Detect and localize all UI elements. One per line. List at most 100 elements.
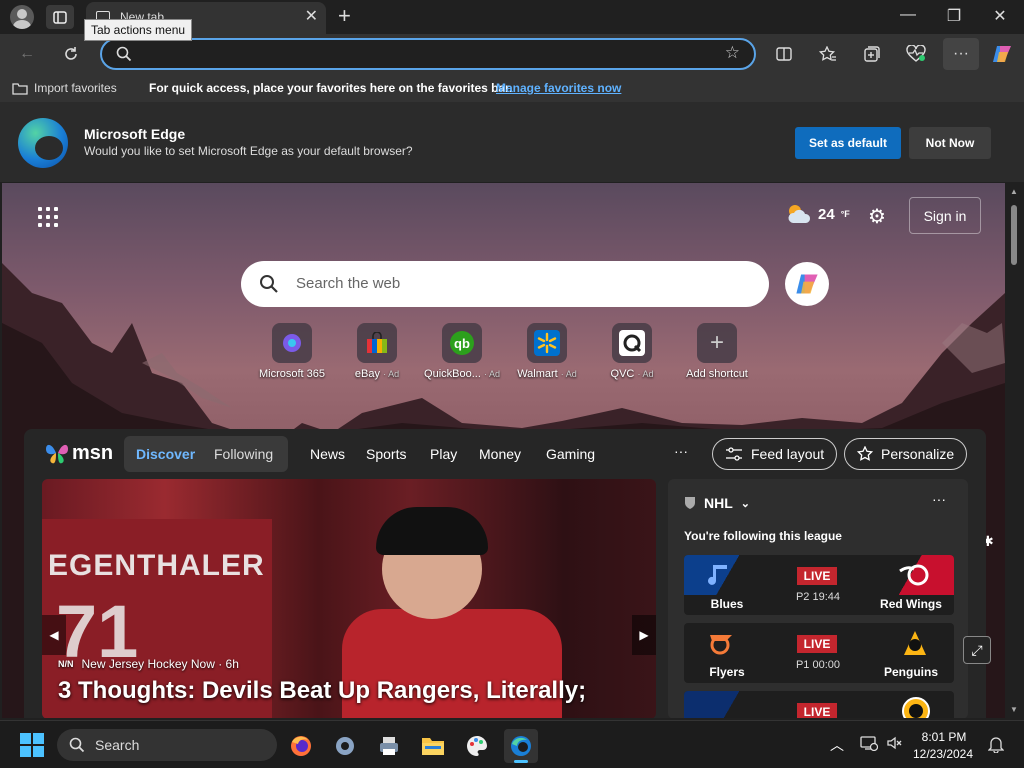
printer-taskbar-icon[interactable] [372,729,406,763]
favorites-bar: Import favorites For quick access, place… [0,74,1024,102]
game-row[interactable]: LIVE [684,691,954,718]
nhl-scores-card: NHL ⌄ ··· You're following this league L… [668,479,968,718]
notification-bell-icon[interactable] [987,735,1005,758]
tab-discover[interactable]: Discover [136,446,195,462]
edge-logo [18,118,68,168]
banner-title: Microsoft Edge [84,126,186,142]
card-more-button[interactable]: ··· [932,491,946,507]
ebay-bag-icon [357,323,397,363]
file-explorer-taskbar-icon[interactable] [416,729,450,763]
manage-favorites-link[interactable]: Manage favorites now [496,81,621,95]
taskbar-search-box[interactable]: Search [57,729,277,761]
apps-grid-icon[interactable] [38,207,58,227]
weather-widget[interactable]: 24 °F [786,203,850,225]
profile-avatar[interactable] [10,5,34,29]
taskbar-search-label: Search [95,737,140,753]
edge-taskbar-icon[interactable] [504,729,538,763]
article-headline[interactable]: 3 Thoughts: Devils Beat Up Rangers, Lite… [58,677,586,705]
svg-text:qb: qb [454,336,470,351]
bruins-logo-icon [902,697,930,718]
tile-qvc[interactable]: QVC · Ad [590,323,674,380]
back-button[interactable]: ← [14,42,40,66]
hero-image-helmet [376,507,488,555]
msn-logo[interactable]: msn [44,441,113,465]
refresh-button[interactable] [58,42,84,66]
msn-nav-bar: msn Discover Following News Sports Play … [24,429,986,479]
tile-add-shortcut[interactable]: + Add shortcut [675,323,759,380]
scroll-down-icon[interactable]: ▼ [1010,705,1018,714]
expand-icon[interactable]: ⤢ [963,636,991,664]
copilot-icon [796,274,818,294]
game-row[interactable]: LIVE P2 19:44 Blues Red Wings [684,555,954,615]
weather-temp: 24 [818,205,835,223]
not-now-button[interactable]: Not Now [909,127,991,159]
nav-sports[interactable]: Sports [366,446,406,462]
set-as-default-button[interactable]: Set as default [795,127,901,159]
league-selector[interactable]: NHL ⌄ [684,495,750,511]
restore-button[interactable]: ❐ [939,6,969,26]
sign-in-button[interactable]: Sign in [909,197,981,234]
page-settings-gear-icon[interactable]: ⚙ [868,204,886,229]
qvc-icon [612,323,652,363]
browser-essentials-button[interactable] [903,42,929,66]
firefox-taskbar-icon[interactable] [284,729,318,763]
settings-more-button[interactable]: ··· [943,38,979,70]
tile-label: QuickBoo... [424,368,481,380]
feed-layout-button[interactable]: Feed layout [712,438,838,470]
flyers-logo-icon [710,635,732,655]
nav-money[interactable]: Money [479,446,521,462]
quickbooks-icon: qb [442,323,482,363]
nav-news[interactable]: News [310,446,345,462]
nav-more-button[interactable]: ··· [674,443,688,459]
personalize-button[interactable]: Personalize [844,438,968,470]
ad-tag: · Ad [383,369,400,379]
weather-unit: °F [840,209,850,219]
favorite-star-icon[interactable]: ☆ [725,43,740,63]
volume-muted-icon[interactable] [886,735,902,756]
close-tab-icon[interactable]: ✕ [305,6,318,26]
settings-taskbar-icon[interactable] [328,729,362,763]
page-scrollbar[interactable]: ▲ ▼ [1005,183,1024,718]
tile-quickbooks[interactable]: qb QuickBoo... · Ad [420,323,504,380]
game-clock: P1 00:00 [795,659,841,671]
feed-toggle: Discover Following [124,436,288,472]
show-hidden-icons-chevron-up-icon[interactable]: ︿ [830,735,844,755]
scrollbar-thumb[interactable] [1011,205,1017,265]
tile-walmart[interactable]: Walmart · Ad [505,323,589,380]
hero-article-card[interactable]: EGENTHALER 71 ◀ ▶ N/N New Jersey Hockey … [42,479,656,718]
nav-play[interactable]: Play [430,446,457,462]
new-tab-button[interactable]: + [338,3,351,29]
game-clock: P2 19:44 [795,591,841,603]
tile-microsoft-365[interactable]: Microsoft 365 [250,323,334,380]
paint-taskbar-icon[interactable] [460,729,494,763]
network-icon[interactable] [860,735,879,756]
split-screen-button[interactable] [771,42,797,66]
game-row[interactable]: LIVE P1 00:00 Flyers Penguins [684,623,954,683]
team-left-name: Flyers [709,665,745,679]
windows-start-icon[interactable] [20,733,44,757]
collections-button[interactable] [859,42,885,66]
ad-tag: · Ad [637,369,654,379]
tab-following[interactable]: Following [214,446,273,462]
search-placeholder: Search the web [296,275,401,292]
nav-gaming[interactable]: Gaming [546,446,595,462]
web-search-box[interactable]: Search the web [241,261,769,307]
close-window-button[interactable]: ✕ [985,6,1015,26]
heartbeat-icon [906,45,926,62]
carousel-next-icon[interactable]: ▶ [632,615,656,655]
carousel-prev-icon[interactable]: ◀ [42,615,66,655]
import-favorites-button[interactable]: Import favorites [12,81,117,95]
copilot-search-button[interactable] [785,262,829,306]
tile-ebay[interactable]: eBay · Ad [335,323,419,380]
tab-actions-button[interactable] [46,5,74,29]
import-favorites-label: Import favorites [34,81,117,95]
minimize-button[interactable]: — [893,6,923,24]
clock-date[interactable]: 12/23/2024 [912,747,974,761]
copilot-button[interactable] [989,42,1015,66]
clock-time[interactable]: 8:01 PM [916,730,972,744]
address-bar[interactable]: ☆ [100,38,756,70]
ad-tag: · Ad [560,369,577,379]
scroll-up-icon[interactable]: ▲ [1010,187,1018,196]
team-left-name: Blues [710,597,744,611]
favorites-button[interactable] [815,42,841,66]
